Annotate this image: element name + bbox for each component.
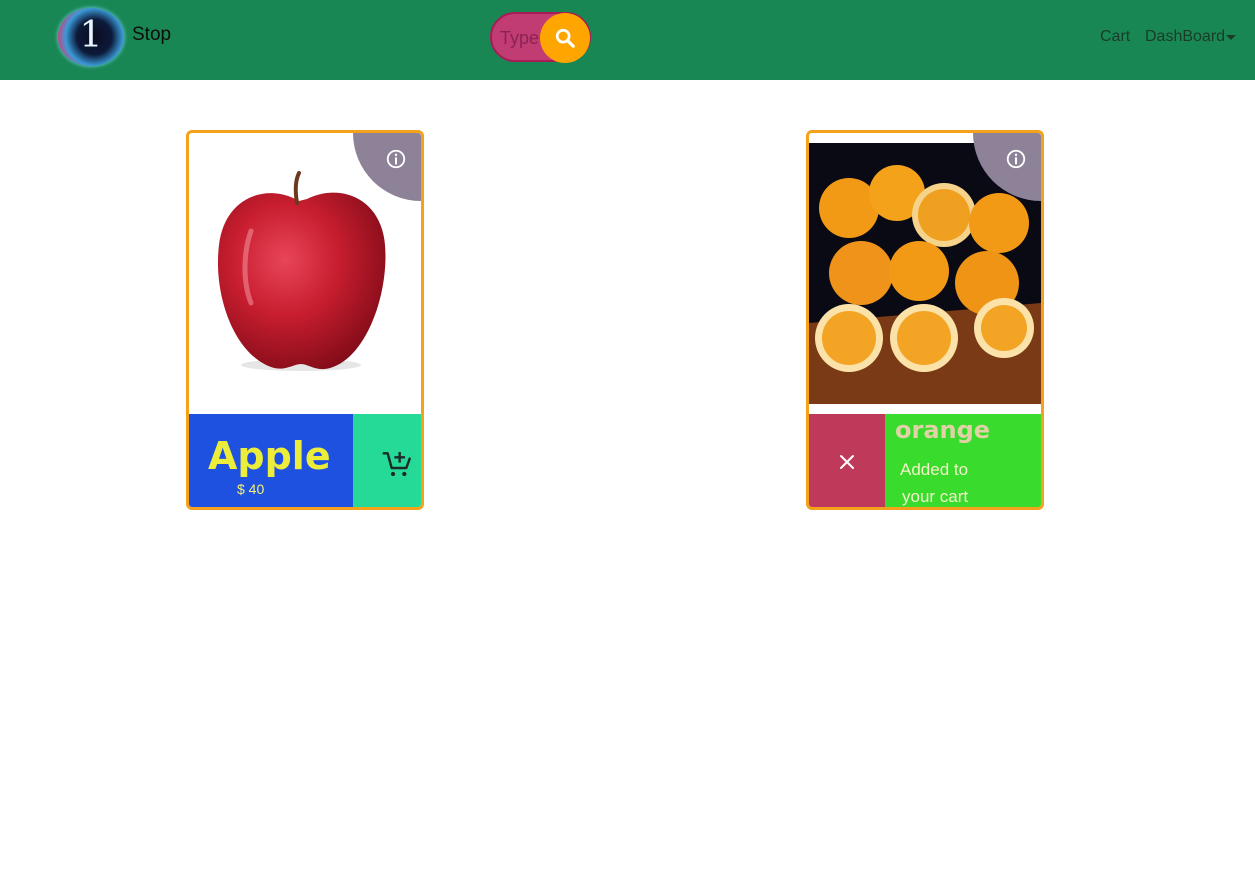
brand-name[interactable]: Stop xyxy=(132,24,171,46)
card-footer: orange Added to your cart xyxy=(809,414,1041,507)
remove-from-cart-button[interactable] xyxy=(809,414,885,507)
add-to-cart-button[interactable] xyxy=(353,414,421,507)
cart-status-line: your cart xyxy=(902,487,969,506)
product-name: orange xyxy=(895,416,991,444)
cart-status: Added to your cart xyxy=(900,456,990,507)
navbar: 1 Stop Cart DashBoard xyxy=(0,0,1255,80)
info-icon[interactable] xyxy=(1005,148,1027,170)
product-card-apple: Apple $ 40 xyxy=(186,130,424,510)
search-button[interactable] xyxy=(540,13,590,63)
product-label: Apple $ 40 xyxy=(189,414,353,507)
cart-status-line: Added to xyxy=(900,460,969,479)
chevron-down-icon[interactable] xyxy=(1226,35,1236,40)
nav-link-dashboard[interactable]: DashBoard xyxy=(1145,28,1225,46)
product-label: orange Added to your cart xyxy=(885,414,1041,507)
info-icon[interactable] xyxy=(385,148,407,170)
product-card-orange: orange Added to your cart xyxy=(806,130,1044,510)
search-icon xyxy=(555,28,575,48)
logo-digit: 1 xyxy=(79,15,103,56)
card-footer: Apple $ 40 xyxy=(189,414,421,507)
nav-link-cart[interactable]: Cart xyxy=(1100,28,1130,46)
brand-logo[interactable]: 1 xyxy=(58,8,124,66)
product-name: Apple xyxy=(208,434,331,478)
product-price: $ 40 xyxy=(237,481,265,497)
close-icon xyxy=(840,455,854,469)
cart-add-icon xyxy=(382,452,411,477)
